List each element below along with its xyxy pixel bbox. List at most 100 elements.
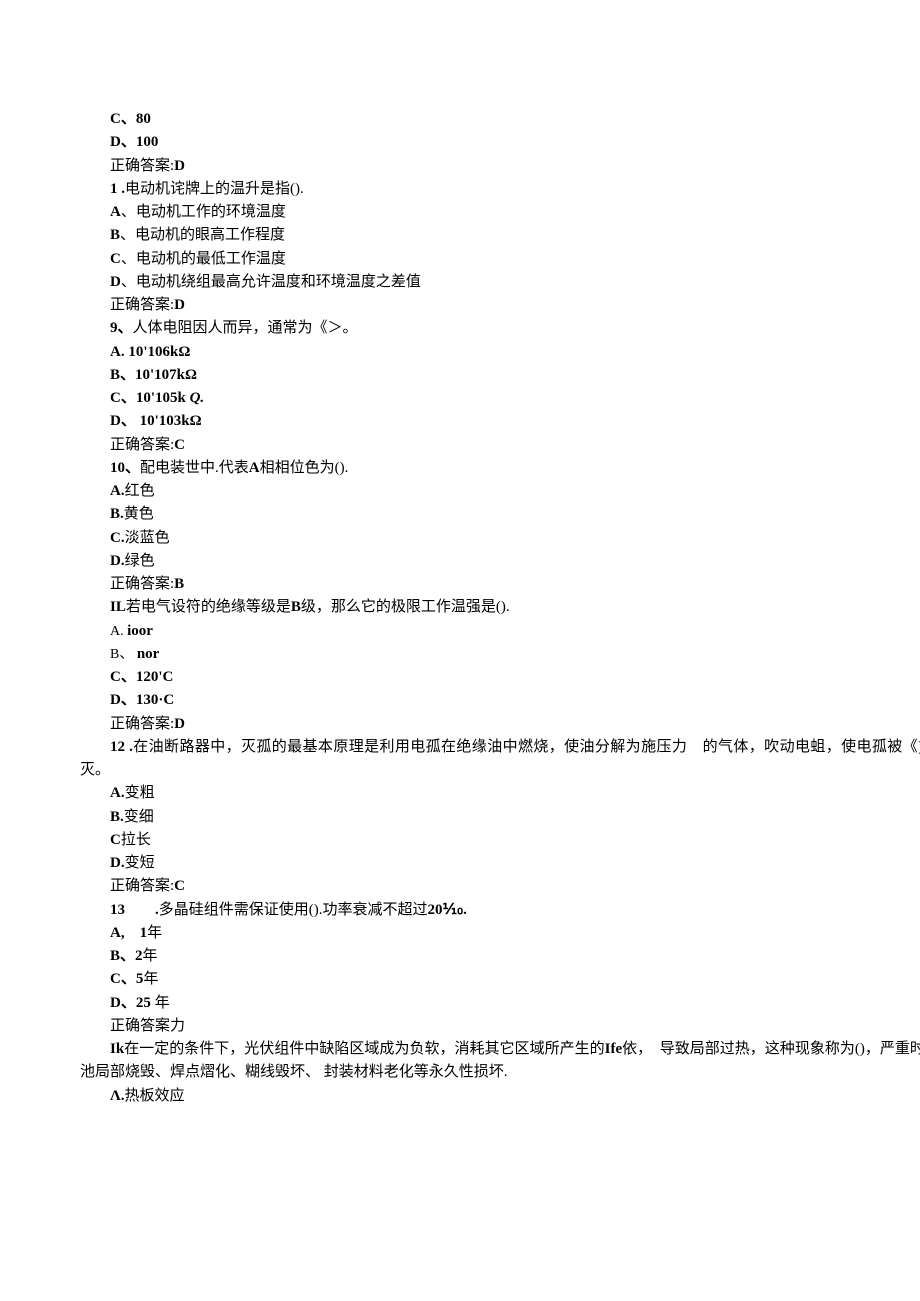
q1-a-text: 、电动机工作的环境温度	[121, 204, 286, 220]
q10-d-label: D.	[110, 553, 125, 569]
q1-answer: 正确答案:D	[80, 294, 920, 317]
qIk-option-a: Λ.热板效应	[80, 1085, 920, 1108]
q10-a-text: 红色	[125, 483, 155, 499]
q10-a-label: A.	[110, 483, 125, 499]
q10-answer: 正确答案:B	[80, 573, 920, 596]
top-option-c: C、80	[80, 108, 920, 131]
q12-b-text: 变细	[124, 809, 154, 825]
q13-b-label: B、2	[110, 948, 143, 964]
qIk-stem: Ik在一定的条件下，光伏组件中缺陷区域成为负软，消耗其它区域所产生的Ife依， …	[80, 1038, 920, 1085]
q1-stem: 1 .电动机诧牌上的温升是指().	[80, 178, 920, 201]
q12-option-b: B.变细	[80, 806, 920, 829]
q12-a-label: A.	[110, 785, 125, 801]
q13-c-label: C、5	[110, 971, 143, 987]
q12-answer-value: C	[174, 878, 185, 894]
q10-b-label: B.	[110, 506, 124, 522]
qIL-answer-value: D	[174, 716, 185, 732]
qIL-option-a: A. ioor	[80, 620, 920, 643]
qIL-label: IL	[110, 599, 126, 615]
q13-answer: 正确答案力	[80, 1015, 920, 1038]
q1-a-label: A	[110, 204, 121, 220]
q12-option-c: C拉长	[80, 829, 920, 852]
q10-text-b: A	[249, 460, 260, 476]
q12-b-label: B.	[110, 809, 124, 825]
q12-d-label: D.	[110, 855, 125, 871]
q10-answer-prefix: 正确答案:	[110, 576, 174, 592]
q10-text-c: 相相位色为().	[260, 460, 349, 476]
q13-option-a: A, 1年	[80, 922, 920, 945]
q10-text-a: 配电装世中.代表	[140, 460, 249, 476]
qIL-d-text: D、130·C	[110, 692, 174, 708]
q1-option-a: A、电动机工作的环境温度	[80, 201, 920, 224]
q13-d-label: D、25	[110, 995, 151, 1011]
q1-d-label: D	[110, 274, 121, 290]
q13-option-b: B、2年	[80, 945, 920, 968]
q12-stem: 12 .在油断路器中，灭孤的最基本原理是利用电孤在绝缘油中燃烧，使油分解为施压力…	[80, 736, 920, 783]
qIk-label: Ik	[110, 1041, 124, 1057]
q9-b-text: B、10'107kΩ	[110, 367, 197, 383]
top-answer-prefix: 正确答案:	[110, 158, 174, 174]
q1-c-text: 、电动机的最低工作温度	[121, 251, 286, 267]
qIk-a-text: 热板效应	[125, 1088, 185, 1104]
q10-b-text: 黄色	[124, 506, 154, 522]
q9-option-d: D、 10'103kΩ	[80, 410, 920, 433]
q9-text: 人体电阻因人而异，通常为《＞。	[133, 320, 358, 336]
q1-b-label: B	[110, 227, 120, 243]
q1-answer-prefix: 正确答案:	[110, 297, 174, 313]
q13-answer-text: 正确答案力	[110, 1018, 185, 1034]
qIL-answer-prefix: 正确答案:	[110, 716, 174, 732]
top-option-d: D、100	[80, 131, 920, 154]
qIk-text-a: 在一定的条件下，光伏组件中缺陷区域成为负软，消耗其它区域所产生的	[124, 1041, 604, 1057]
q12-a-text: 变粗	[125, 785, 155, 801]
q1-answer-value: D	[174, 297, 185, 313]
q12-option-a: A.变粗	[80, 782, 920, 805]
top-option-c-text: C、80	[110, 111, 151, 127]
q9-answer-prefix: 正确答案:	[110, 437, 174, 453]
q9-stem: 9、人体电阻因人而异，通常为《＞。	[80, 317, 920, 340]
q10-option-b: B.黄色	[80, 503, 920, 526]
top-option-d-text: D、100	[110, 134, 158, 150]
qIL-stem: IL若电气设符的绝缘等级是B级，那么它的极限工作温强是().	[80, 596, 920, 619]
top-answer: 正确答案:D	[80, 155, 920, 178]
q13-text-a: 多晶硅组件需保证使用().功率衰减不超过	[159, 902, 428, 918]
q9-option-c: C、10'105k Q.	[80, 387, 920, 410]
q12-text: 在油断路器中，灭孤的最基本原理是利用电孤在绝缘油中燃烧，使油分解为施压力 的气体…	[80, 739, 920, 778]
q1-option-d: D、电动机绕组最高允许温度和环境温度之差值	[80, 271, 920, 294]
q12-d-text: 变短	[125, 855, 155, 871]
q12-answer: 正确答案:C	[80, 875, 920, 898]
q1-c-label: C	[110, 251, 121, 267]
q10-d-text: 绿色	[125, 553, 155, 569]
q9-c-suffix: Q.	[190, 390, 205, 406]
qIL-answer: 正确答案:D	[80, 713, 920, 736]
qIL-b-text: nor	[137, 646, 160, 662]
q10-stem: 10、配电装世中.代表A相相位色为().	[80, 457, 920, 480]
qIL-text-a: 若电气设符的绝缘等级是	[126, 599, 291, 615]
q10-option-a: A.红色	[80, 480, 920, 503]
q1-b-text: 、电动机的眼高工作程度	[120, 227, 285, 243]
qIL-b-prefix: B、	[110, 647, 137, 662]
q1-text: 电动机诧牌上的温升是指().	[125, 181, 304, 197]
qIL-a-text: ioor	[127, 623, 153, 639]
q13-option-d: D、25 年	[80, 992, 920, 1015]
q12-option-d: D.变短	[80, 852, 920, 875]
q10-option-d: D.绿色	[80, 550, 920, 573]
qIL-c-text: C、120'C	[110, 669, 173, 685]
qIL-option-b: B、 nor	[80, 643, 920, 666]
q10-c-text: 淡蓝色	[125, 530, 170, 546]
top-answer-value: D	[174, 158, 185, 174]
q9-option-b: B、10'107kΩ	[80, 364, 920, 387]
q10-option-c: C.淡蓝色	[80, 527, 920, 550]
q13-a-text: 年	[147, 925, 162, 941]
qIL-text-b: B	[291, 599, 301, 615]
q9-c-prefix: C、10'105k	[110, 390, 190, 406]
q10-answer-value: B	[174, 576, 184, 592]
q12-answer-prefix: 正确答案:	[110, 878, 174, 894]
q13-label: 13 .	[110, 902, 159, 918]
q9-d-text: D、 10'103kΩ	[110, 413, 202, 429]
q1-d-text: 、电动机绕组最高允许温度和环境温度之差值	[121, 274, 421, 290]
q9-label: 9、	[110, 320, 133, 336]
q9-answer: 正确答案:C	[80, 434, 920, 457]
q9-option-a: A. 10'106kΩ	[80, 341, 920, 364]
q9-answer-value: C	[174, 437, 185, 453]
qIk-a-label: Λ.	[110, 1088, 125, 1104]
